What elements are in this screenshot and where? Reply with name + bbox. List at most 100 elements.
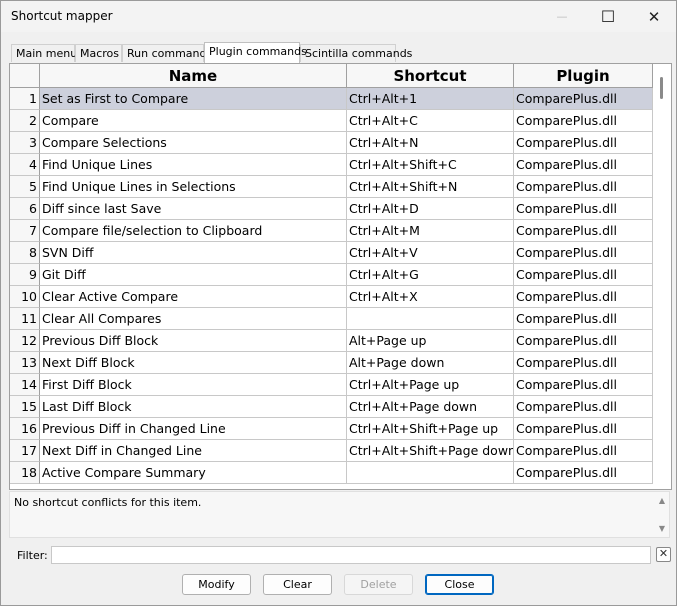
cell-name[interactable]: Find Unique Lines in Selections xyxy=(40,176,347,198)
cell-name[interactable]: Next Diff Block xyxy=(40,352,347,374)
table-row[interactable]: 2 Compare Ctrl+Alt+C ComparePlus.dll xyxy=(10,110,653,132)
tab-plugin-commands[interactable]: Plugin commands xyxy=(204,42,307,63)
filter-input[interactable] xyxy=(51,546,651,564)
table-row[interactable]: 13 Next Diff Block Alt+Page down ComparePlu… xyxy=(10,352,653,374)
cell-name[interactable]: Git Diff xyxy=(40,264,347,286)
tab-main-menu[interactable]: Main menu xyxy=(11,44,77,62)
row-number[interactable]: 1 xyxy=(10,88,40,110)
table-row[interactable]: 9 Git Diff Ctrl+Alt+G ComparePlus.dll xyxy=(10,264,653,286)
cell-plugin[interactable]: ComparePlus.dll xyxy=(514,308,653,330)
cell-shortcut[interactable] xyxy=(347,462,514,484)
cell-shortcut[interactable]: Ctrl+Alt+Page down xyxy=(347,396,514,418)
cell-name[interactable]: Diff since last Save xyxy=(40,198,347,220)
table-row[interactable]: 12 Previous Diff Block Alt+Page up CompareP… xyxy=(10,330,653,352)
cell-name[interactable]: Clear Active Compare xyxy=(40,286,347,308)
scrollbar-thumb[interactable] xyxy=(660,77,663,99)
cell-shortcut[interactable]: Ctrl+Alt+N xyxy=(347,132,514,154)
cell-name[interactable]: Previous Diff in Changed Line xyxy=(40,418,347,440)
table-row[interactable]: 7 Compare file/selection to Clipboard Ctrl… xyxy=(10,220,653,242)
tab-macros[interactable]: Macros xyxy=(75,44,122,62)
cell-plugin[interactable]: ComparePlus.dll xyxy=(514,220,653,242)
cell-plugin[interactable]: ComparePlus.dll xyxy=(514,132,653,154)
cell-name[interactable]: Compare Selections xyxy=(40,132,347,154)
cell-shortcut[interactable]: Ctrl+Alt+V xyxy=(347,242,514,264)
cell-shortcut[interactable]: Ctrl+Alt+Shift+N xyxy=(347,176,514,198)
table-row[interactable]: 6 Diff since last Save Ctrl+Alt+D ComparePl… xyxy=(10,198,653,220)
maximize-button[interactable]: ☐ xyxy=(585,1,631,32)
cell-shortcut[interactable]: Ctrl+Alt+X xyxy=(347,286,514,308)
table-row[interactable]: 8 SVN Diff Ctrl+Alt+V ComparePlus.dll xyxy=(10,242,653,264)
cell-plugin[interactable]: ComparePlus.dll xyxy=(514,176,653,198)
cell-shortcut[interactable]: Ctrl+Alt+Shift+Page down xyxy=(347,440,514,462)
cell-plugin[interactable]: ComparePlus.dll xyxy=(514,88,653,110)
cell-plugin[interactable]: ComparePlus.dll xyxy=(514,110,653,132)
close-button[interactable]: Close xyxy=(425,574,494,595)
column-header-name[interactable]: Name xyxy=(40,64,347,88)
shortcut-grid[interactable]: Name Shortcut Plugin 1 Set as First to Co… xyxy=(10,64,653,487)
cell-plugin[interactable]: ComparePlus.dll xyxy=(514,286,653,308)
cell-name[interactable]: Set as First to Compare xyxy=(40,88,347,110)
row-number[interactable]: 14 xyxy=(10,374,40,396)
cell-shortcut[interactable]: Alt+Page up xyxy=(347,330,514,352)
table-row[interactable]: 11 Clear All Compares ComparePlus.dll xyxy=(10,308,653,330)
cell-name[interactable]: Active Compare Summary xyxy=(40,462,347,484)
row-number[interactable]: 3 xyxy=(10,132,40,154)
cell-plugin[interactable]: ComparePlus.dll xyxy=(514,352,653,374)
row-number[interactable]: 4 xyxy=(10,154,40,176)
column-header-shortcut[interactable]: Shortcut xyxy=(347,64,514,88)
row-number[interactable]: 12 xyxy=(10,330,40,352)
row-number[interactable]: 2 xyxy=(10,110,40,132)
cell-shortcut[interactable]: Ctrl+Alt+D xyxy=(347,198,514,220)
table-row[interactable]: 17 Next Diff in Changed Line Ctrl+Alt+Shif… xyxy=(10,440,653,462)
cell-shortcut[interactable]: Ctrl+Alt+Shift+Page up xyxy=(347,418,514,440)
modify-button[interactable]: Modify xyxy=(182,574,251,595)
row-number[interactable]: 18 xyxy=(10,462,40,484)
table-row[interactable]: 5 Find Unique Lines in Selections Ctrl+Alt… xyxy=(10,176,653,198)
cell-plugin[interactable]: ComparePlus.dll xyxy=(514,396,653,418)
row-number[interactable]: 6 xyxy=(10,198,40,220)
table-row[interactable]: 3 Compare Selections Ctrl+Alt+N ComparePlus… xyxy=(10,132,653,154)
cell-plugin[interactable]: ComparePlus.dll xyxy=(514,440,653,462)
table-row[interactable]: 1 Set as First to Compare Ctrl+Alt+1 Compar… xyxy=(10,88,653,110)
cell-name[interactable]: Find Unique Lines xyxy=(40,154,347,176)
row-number[interactable]: 15 xyxy=(10,396,40,418)
row-number[interactable]: 8 xyxy=(10,242,40,264)
cell-plugin[interactable]: ComparePlus.dll xyxy=(514,374,653,396)
cell-name[interactable]: Next Diff in Changed Line xyxy=(40,440,347,462)
row-number[interactable]: 17 xyxy=(10,440,40,462)
cell-plugin[interactable]: ComparePlus.dll xyxy=(514,242,653,264)
delete-button[interactable]: Delete xyxy=(344,574,413,595)
cell-plugin[interactable]: ComparePlus.dll xyxy=(514,198,653,220)
cell-shortcut[interactable]: Ctrl+Alt+Shift+C xyxy=(347,154,514,176)
cell-shortcut[interactable]: Ctrl+Alt+Page up xyxy=(347,374,514,396)
filter-clear-button[interactable]: ✕ xyxy=(656,547,671,562)
cell-plugin[interactable]: ComparePlus.dll xyxy=(514,462,653,484)
table-row[interactable]: 15 Last Diff Block Ctrl+Alt+Page down Compa… xyxy=(10,396,653,418)
table-row[interactable]: 14 First Diff Block Ctrl+Alt+Page up Compar… xyxy=(10,374,653,396)
minimize-button[interactable]: — xyxy=(539,1,585,32)
cell-plugin[interactable]: ComparePlus.dll xyxy=(514,154,653,176)
table-row[interactable]: 4 Find Unique Lines Ctrl+Alt+Shift+C Compar… xyxy=(10,154,653,176)
cell-name[interactable]: Clear All Compares xyxy=(40,308,347,330)
cell-name[interactable]: Compare xyxy=(40,110,347,132)
row-number[interactable]: 5 xyxy=(10,176,40,198)
cell-name[interactable]: First Diff Block xyxy=(40,374,347,396)
cell-plugin[interactable]: ComparePlus.dll xyxy=(514,330,653,352)
table-row[interactable]: 18 Active Compare Summary ComparePlus.dll xyxy=(10,462,653,484)
row-number[interactable]: 7 xyxy=(10,220,40,242)
close-window-button[interactable]: ✕ xyxy=(631,1,677,32)
cell-name[interactable]: Compare file/selection to Clipboard xyxy=(40,220,347,242)
tab-run-commands[interactable]: Run commands xyxy=(122,44,212,62)
table-row[interactable]: 10 Clear Active Compare Ctrl+Alt+X CompareP… xyxy=(10,286,653,308)
clear-button[interactable]: Clear xyxy=(263,574,332,595)
table-row[interactable]: 16 Previous Diff in Changed Line Ctrl+Alt+… xyxy=(10,418,653,440)
cell-shortcut[interactable]: Ctrl+Alt+1 xyxy=(347,88,514,110)
scroll-down-icon[interactable]: ▼ xyxy=(659,524,665,533)
tab-scintilla-commands[interactable]: Scintilla commands xyxy=(300,44,412,62)
cell-shortcut[interactable]: Ctrl+Alt+C xyxy=(347,110,514,132)
cell-plugin[interactable]: ComparePlus.dll xyxy=(514,264,653,286)
cell-name[interactable]: Previous Diff Block xyxy=(40,330,347,352)
row-number[interactable]: 9 xyxy=(10,264,40,286)
row-number[interactable]: 11 xyxy=(10,308,40,330)
cell-shortcut[interactable]: Ctrl+Alt+M xyxy=(347,220,514,242)
